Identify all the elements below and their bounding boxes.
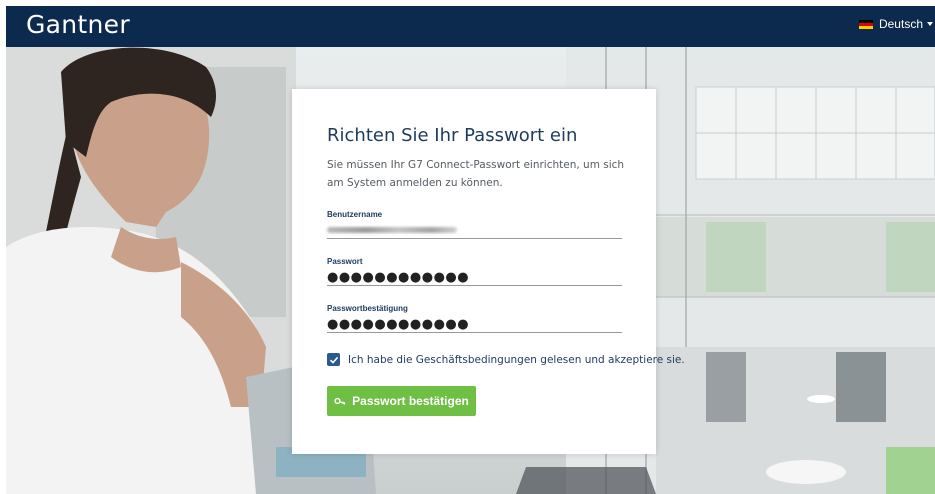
- username-label: Benutzername: [327, 210, 383, 219]
- intro-text: Sie müssen Ihr G7 Connect-Passwort einri…: [327, 159, 625, 189]
- chevron-down-icon: [927, 22, 933, 26]
- browser-viewport: Gantner Deutsch Richten Sie Ihr Passwort…: [6, 6, 935, 494]
- confirm-password-label: Passwort bestätigen: [352, 394, 469, 408]
- password-field[interactable]: Passwort ●●●●●●●●●●●●: [327, 257, 622, 286]
- password-confirm-field[interactable]: Passwortbestätigung ●●●●●●●●●●●●: [327, 304, 622, 333]
- redacted-username: [327, 227, 457, 233]
- language-selector[interactable]: Deutsch: [858, 17, 933, 31]
- password-confirm-input[interactable]: ●●●●●●●●●●●●: [327, 313, 622, 333]
- password-value: ●●●●●●●●●●●●: [327, 270, 470, 285]
- password-confirm-label: Passwortbestätigung: [327, 304, 408, 313]
- terms-checkbox[interactable]: [327, 353, 340, 366]
- terms-checkbox-row[interactable]: Ich habe die Geschäftsbedingungen gelese…: [327, 353, 685, 366]
- password-setup-card: Richten Sie Ihr Passwort ein Sie müssen …: [292, 89, 685, 454]
- german-flag-icon: [858, 19, 873, 29]
- page-title: Richten Sie Ihr Passwort ein: [327, 125, 578, 146]
- username-input[interactable]: [327, 219, 622, 239]
- username-field[interactable]: Benutzername: [327, 210, 622, 239]
- password-input[interactable]: ●●●●●●●●●●●●: [327, 266, 622, 286]
- checkmark-icon: [329, 356, 338, 364]
- password-label: Passwort: [327, 257, 363, 266]
- gantner-logo: Gantner: [26, 10, 130, 39]
- key-icon: [334, 396, 346, 406]
- password-confirm-value: ●●●●●●●●●●●●: [327, 317, 470, 332]
- top-bar: Gantner Deutsch: [6, 6, 935, 47]
- terms-label: Ich habe die Geschäftsbedingungen gelese…: [348, 353, 685, 366]
- confirm-password-button[interactable]: Passwort bestätigen: [327, 386, 476, 416]
- language-label: Deutsch: [878, 17, 923, 31]
